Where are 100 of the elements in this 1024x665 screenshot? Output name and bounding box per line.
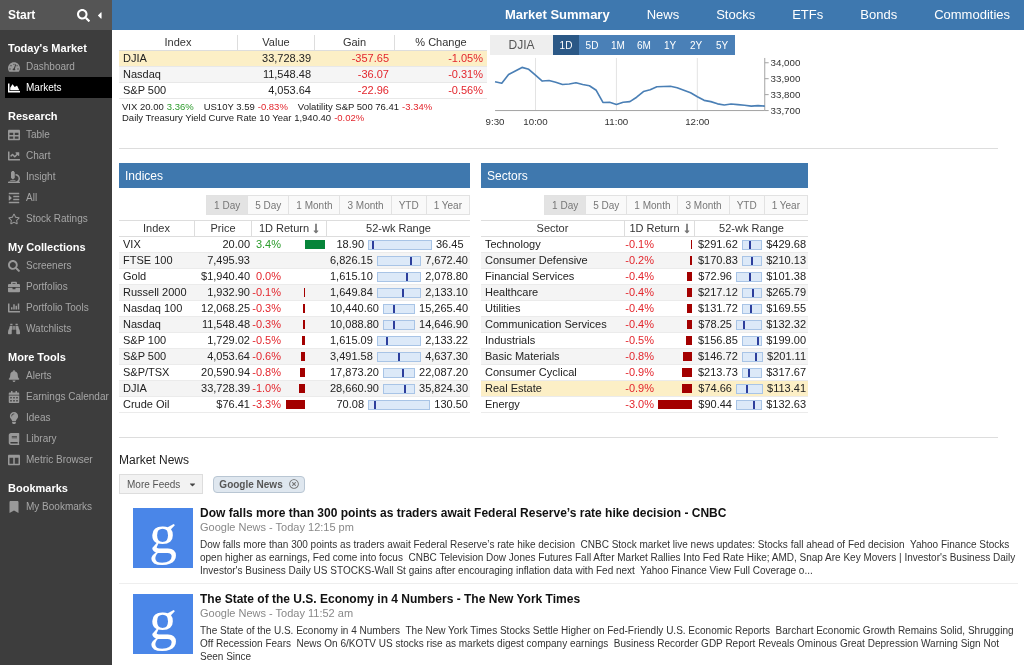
source-logo: g xyxy=(133,508,193,568)
news-source: Google News - Today 11:52 am xyxy=(200,607,355,620)
return-value: 3.4% xyxy=(254,237,282,253)
nav-link[interactable]: Commodities xyxy=(934,5,1010,25)
return-value: -0.8% xyxy=(252,365,282,381)
sidebar-item[interactable]: Metric Browser xyxy=(5,449,112,470)
table-row[interactable]: VIX 20.00 3.4% 18.90 36.45 xyxy=(119,237,470,253)
table-cell-text: 12,068.25 xyxy=(200,301,251,317)
table-row[interactable]: Nasdaq 11,548.48 -36.07 -0.31% xyxy=(119,67,487,83)
range-low: 1,615.10 xyxy=(330,269,373,285)
period-tab[interactable]: YTD xyxy=(390,195,427,215)
table-row[interactable]: DJIA 33,728.39 -1.0% 28,660.90 35,824.30 xyxy=(119,381,470,397)
sidebar-item[interactable]: Markets xyxy=(5,77,112,98)
sidebar-item[interactable]: Ideas xyxy=(5,407,112,428)
sidebar-item[interactable]: All xyxy=(5,187,112,208)
sidebar-item[interactable]: Screeners xyxy=(5,255,112,276)
news-source: Google News - Today 12:15 pm xyxy=(200,521,355,534)
period-tab[interactable]: YTD xyxy=(728,195,765,215)
range-tab[interactable]: 6M xyxy=(631,35,657,55)
table-row[interactable]: Consumer Defensive -0.2% $170.83 $210.13 xyxy=(481,253,808,269)
nav-link[interactable]: Stocks xyxy=(716,5,756,25)
sidebar-item[interactable]: My Bookmarks xyxy=(5,496,112,517)
table-row[interactable]: Real Estate -0.9% $74.66 $113.41 xyxy=(481,381,808,397)
sidebar-item[interactable]: Portfolio Tools xyxy=(5,297,112,318)
period-tab[interactable]: 5 Day xyxy=(247,195,290,215)
period-tab[interactable]: 5 Day xyxy=(585,195,628,215)
table-row[interactable]: Nasdaq 100 12,068.25 -0.3% 10,440.60 15,265.40 xyxy=(119,301,470,317)
section-heading: Today's Market xyxy=(7,40,88,56)
table-row[interactable]: Gold $1,940.40 0.0% 1,615.10 2,078.80 xyxy=(119,269,470,285)
sidebar-item[interactable]: Chart xyxy=(5,145,112,166)
nav-link[interactable]: ETFs xyxy=(792,5,824,25)
table-row[interactable]: S&P/TSX 20,590.94 -0.8% 17,873.20 22,087.20 xyxy=(119,365,470,381)
period-tab[interactable]: 1 Year xyxy=(425,195,470,215)
table-cell-text: S&P/TSX xyxy=(122,365,171,381)
range-tab[interactable]: 5Y xyxy=(709,35,735,55)
period-tab[interactable]: 1 Day xyxy=(544,195,587,215)
symbol-label: DJIA xyxy=(490,35,553,55)
table-row[interactable]: Utilities -0.4% $131.72 $169.55 xyxy=(481,301,808,317)
table-row[interactable]: S&P 500 4,053.64 -22.96 -0.56% xyxy=(119,83,487,99)
column-header[interactable]: 1D Return xyxy=(625,221,695,236)
return-value: -3.3% xyxy=(252,397,282,413)
table-row[interactable]: Russell 2000 1,932.90 -0.1% 1,649.84 2,133.10 xyxy=(119,285,470,301)
table-row[interactable]: Basic Materials -0.8% $146.72 $201.11 xyxy=(481,349,808,365)
table-row[interactable]: Consumer Cyclical -0.9% $213.73 $317.67 xyxy=(481,365,808,381)
range-high: $429.68 xyxy=(766,237,806,253)
microscope-icon xyxy=(8,170,20,183)
table-cell-text: Consumer Defensive xyxy=(484,253,589,269)
period-tab[interactable]: 1 Month xyxy=(626,195,679,215)
sidebar-item[interactable]: Earnings Calendar xyxy=(5,386,112,407)
range-tab[interactable]: 5D xyxy=(579,35,605,55)
table-row[interactable]: FTSE 100 7,495.93 6,826.15 7,672.40 xyxy=(119,253,470,269)
table-row[interactable]: Energy -3.0% $90.44 $132.63 xyxy=(481,397,808,413)
table-row[interactable]: S&P 500 4,053.64 -0.6% 3,491.58 4,637.30 xyxy=(119,349,470,365)
column-header[interactable]: 52-wk Range xyxy=(695,221,808,236)
sidebar-item[interactable]: Table xyxy=(5,124,112,145)
section-heading: More Tools xyxy=(7,349,67,365)
period-tab[interactable]: 3 Month xyxy=(339,195,392,215)
close-icon[interactable] xyxy=(288,479,299,489)
table-row[interactable]: Financial Services -0.4% $72.96 $101.38 xyxy=(481,269,808,285)
table-row[interactable]: Nasdaq 11,548.48 -0.3% 10,088.80 14,646.90 xyxy=(119,317,470,333)
table-cell-text: Utilities xyxy=(484,301,522,317)
return-value: -0.5% xyxy=(252,333,282,349)
period-tab[interactable]: 1 Day xyxy=(206,195,249,215)
sidebar-item[interactable]: Library xyxy=(5,428,112,449)
filter-tag[interactable]: Google News xyxy=(213,475,305,493)
table-row[interactable]: Healthcare -0.4% $217.12 $265.79 xyxy=(481,285,808,301)
table-row[interactable]: Technology -0.1% $291.62 $429.68 xyxy=(481,237,808,253)
news-headline[interactable]: The State of the U.S. Economy in 4 Numbers - The New York Times xyxy=(200,592,1018,607)
range-tab[interactable]: 2Y xyxy=(683,35,709,55)
news-headline[interactable]: Dow falls more than 300 points as traders await Federal Reserve’s rate hike decision - CNBC xyxy=(200,506,1018,521)
sidebar-item[interactable]: Portfolios xyxy=(5,276,112,297)
more-feeds-dropdown[interactable]: More Feeds xyxy=(119,474,204,494)
column-header[interactable]: Price xyxy=(195,221,252,236)
table-row[interactable]: Crude Oil $76.41 -3.3% 70.08 130.50 xyxy=(119,397,470,413)
search-icon[interactable] xyxy=(77,8,90,22)
table-cell-text: -1.05% xyxy=(447,51,484,67)
period-tab[interactable]: 1 Month xyxy=(288,195,341,215)
sidebar-item[interactable]: Insight xyxy=(5,166,112,187)
nav-link[interactable]: News xyxy=(646,5,680,25)
range-tab[interactable]: 1M xyxy=(605,35,631,55)
sidebar-item[interactable]: Watchlists xyxy=(5,318,112,339)
sidebar-item[interactable]: Alerts xyxy=(5,365,112,386)
nav-link[interactable]: Market Summary xyxy=(504,5,610,25)
nav-link[interactable]: Bonds xyxy=(860,5,898,25)
column-header[interactable]: 1D Return xyxy=(252,221,327,236)
sidebar-item[interactable]: Dashboard xyxy=(5,56,112,77)
column-header[interactable]: 52-wk Range xyxy=(327,221,470,236)
table-row[interactable]: Communication Services -0.4% $78.25 $132.32 xyxy=(481,317,808,333)
section-heading: Research xyxy=(7,108,59,124)
range-tab[interactable]: 1Y xyxy=(657,35,683,55)
period-tab[interactable]: 1 Year xyxy=(763,195,808,215)
table-row[interactable]: DJIA 33,728.39 -357.65 -1.05% xyxy=(119,51,487,67)
table-row[interactable]: S&P 100 1,729.02 -0.5% 1,615.09 2,133.22 xyxy=(119,333,470,349)
range-tab[interactable]: 1D xyxy=(553,35,579,55)
table-row[interactable]: Industrials -0.5% $156.85 $199.00 xyxy=(481,333,808,349)
sidebar-item[interactable]: Stock Ratings xyxy=(5,208,112,229)
period-tab[interactable]: 3 Month xyxy=(677,195,730,215)
quote-change: -0.83% xyxy=(257,101,288,112)
column-header[interactable]: Index xyxy=(119,221,195,236)
column-header[interactable]: Sector xyxy=(481,221,625,236)
